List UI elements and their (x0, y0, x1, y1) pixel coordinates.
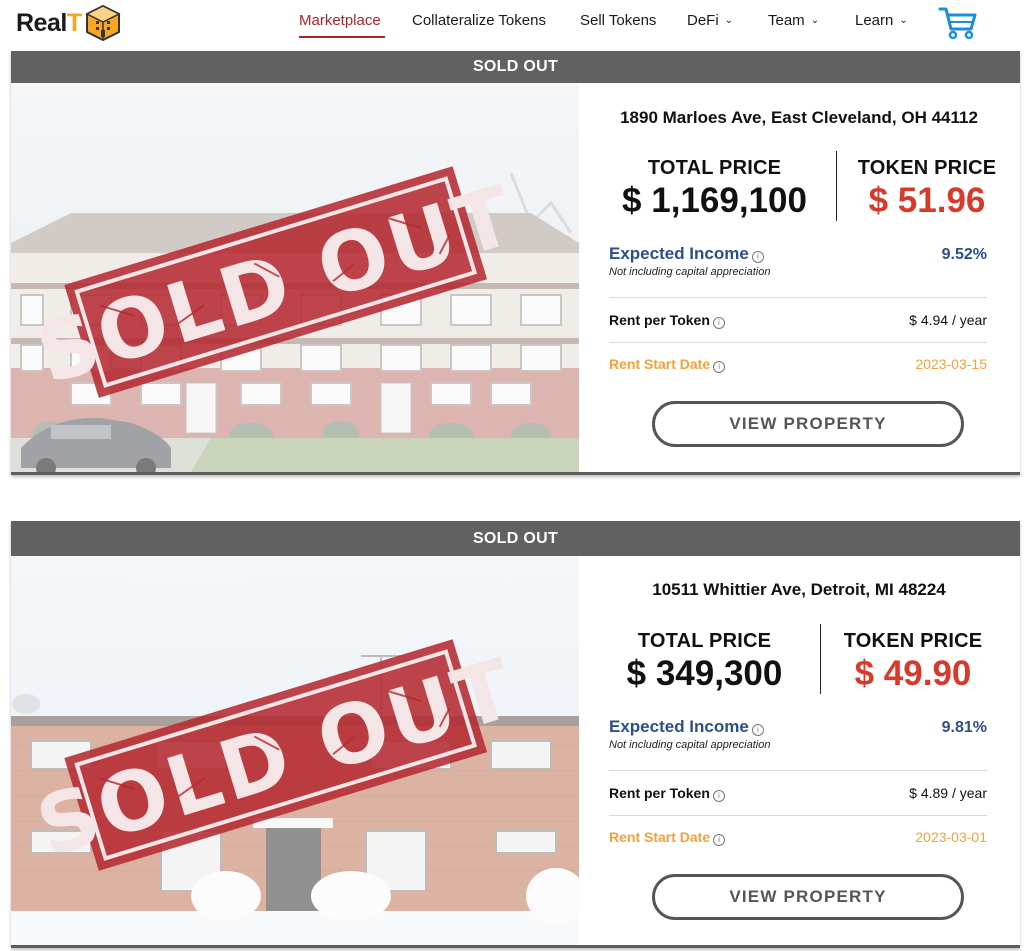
total-price-value: $ 1,169,100 (622, 181, 807, 220)
info-icon[interactable]: i (713, 361, 726, 373)
rent-per-token-label: Rent per Token (609, 785, 710, 801)
nav-sell-tokens[interactable]: Sell Tokens (580, 12, 656, 29)
shopping-cart-icon[interactable] (938, 5, 978, 41)
price-divider (820, 624, 821, 694)
row-divider (609, 815, 987, 816)
row-divider (609, 297, 987, 298)
token-price-label: TOKEN PRICE (857, 157, 997, 179)
chevron-down-icon: ⌄ (810, 15, 820, 26)
view-property-button[interactable]: VIEW PROPERTY (652, 401, 964, 447)
total-price-value: $ 349,300 (626, 654, 783, 693)
expected-income-label: Expected Income (609, 717, 749, 736)
rent-per-token-label: Rent per Token (609, 312, 710, 328)
expected-income-note: Not including capital appreciation (609, 266, 771, 278)
nav-defi[interactable]: DeFi ⌄ (687, 12, 733, 29)
row-divider (609, 342, 987, 343)
expected-income-row: Expected Income i Not including capital a… (609, 244, 987, 288)
expected-income-value: 9.52% (941, 246, 987, 263)
row-divider (609, 770, 987, 771)
token-price-block: TOKEN PRICE $ 49.90 (833, 630, 993, 694)
rent-start-date-label: Rent Start Date (609, 829, 711, 845)
rent-per-token-value: $ 4.94 / year (909, 312, 987, 328)
total-price-label: TOTAL PRICE (637, 630, 772, 652)
expected-income-note: Not including capital appreciation (609, 739, 771, 751)
card-bottom-border (11, 945, 1020, 948)
rent-start-date-row: Rent Start Date i 2023-03-15 (609, 356, 987, 376)
card-bottom-border (11, 472, 1020, 475)
rent-start-date-label: Rent Start Date (609, 356, 711, 372)
nav-team[interactable]: Team ⌄ (768, 12, 819, 29)
property-address: 1890 Marloes Ave, East Cleveland, OH 441… (620, 108, 978, 127)
property-photo[interactable]: SOLD OUT (11, 83, 579, 472)
view-property-button[interactable]: VIEW PROPERTY (652, 874, 964, 920)
realt-logo[interactable]: RealT (16, 4, 122, 42)
rent-start-date-value: 2023-03-15 (915, 356, 987, 372)
nav-active-underline (299, 36, 385, 38)
total-price-block: TOTAL PRICE $ 1,169,100 (607, 157, 822, 221)
info-icon[interactable]: i (712, 790, 725, 802)
property-address: 10511 Whittier Ave, Detroit, MI 48224 (652, 580, 946, 599)
top-nav: RealT Marketplace Collateralize Tokens S… (0, 0, 1026, 50)
nav-collateralize-tokens[interactable]: Collateralize Tokens (412, 12, 546, 29)
property-card: SOLD OUT (11, 521, 1020, 948)
price-divider (836, 151, 837, 221)
token-price-value: $ 49.90 (854, 654, 972, 693)
property-photo[interactable]: SOLD OUT (11, 556, 579, 945)
info-icon[interactable]: i (712, 317, 725, 329)
status-banner: SOLD OUT (11, 51, 1020, 83)
rent-start-date-row: Rent Start Date i 2023-03-01 (609, 829, 987, 849)
rent-per-token-row: Rent per Token i $ 4.94 / year (609, 312, 987, 332)
property-info: 1890 Marloes Ave, East Cleveland, OH 441… (589, 83, 1009, 472)
logo-cube-icon (84, 4, 121, 42)
total-price-block: TOTAL PRICE $ 349,300 (607, 630, 802, 694)
info-icon[interactable]: i (751, 724, 764, 736)
token-price-value: $ 51.96 (868, 181, 986, 220)
chevron-down-icon: ⌄ (899, 15, 908, 26)
info-icon[interactable]: i (713, 834, 726, 846)
expected-income-label: Expected Income (609, 244, 749, 263)
rent-per-token-value: $ 4.89 / year (909, 785, 987, 801)
nav-marketplace[interactable]: Marketplace (299, 12, 381, 29)
token-price-label: TOKEN PRICE (843, 630, 983, 652)
rent-start-date-value: 2023-03-01 (915, 829, 987, 845)
rent-per-token-row: Rent per Token i $ 4.89 / year (609, 785, 987, 805)
token-price-block: TOKEN PRICE $ 51.96 (847, 157, 1007, 221)
logo-text: RealT (16, 8, 82, 37)
expected-income-row: Expected Income i Not including capital a… (609, 717, 987, 761)
status-banner: SOLD OUT (11, 521, 1020, 556)
expected-income-value: 9.81% (941, 719, 987, 736)
chevron-down-icon: ⌄ (724, 15, 734, 26)
info-icon[interactable]: i (751, 251, 764, 263)
property-card: SOLD OUT (11, 51, 1020, 475)
nav-learn[interactable]: Learn ⌄ (855, 12, 908, 29)
total-price-label: TOTAL PRICE (647, 157, 782, 179)
property-info: 10511 Whittier Ave, Detroit, MI 48224 TO… (589, 556, 1009, 945)
